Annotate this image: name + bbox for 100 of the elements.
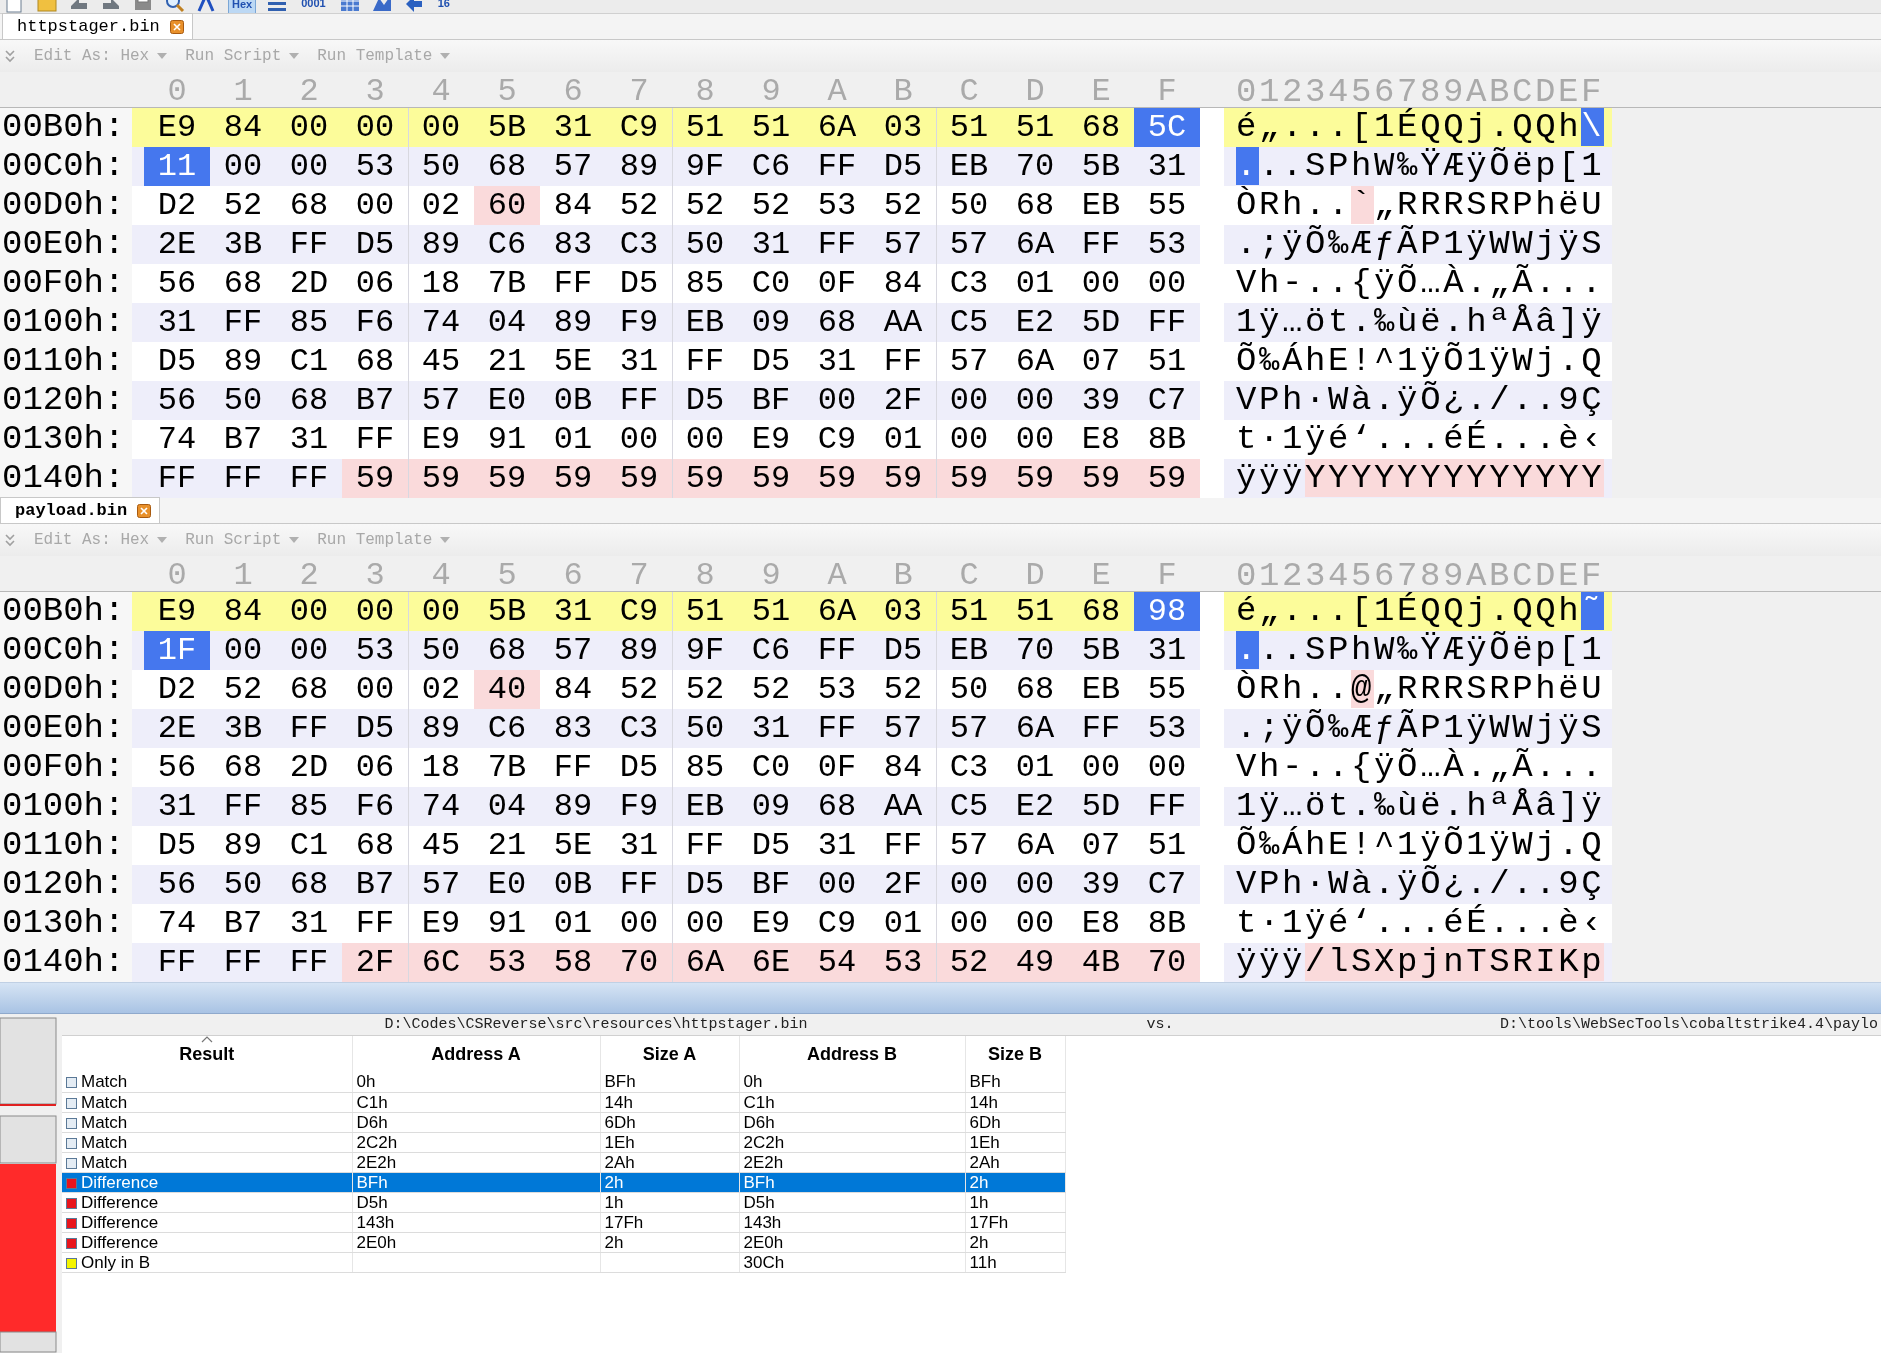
hex-byte[interactable]: C5: [936, 303, 1002, 342]
hex-byte[interactable]: D5: [606, 748, 672, 787]
hex-byte[interactable]: 68: [1068, 592, 1134, 631]
table-row[interactable]: Difference BFh 2h BFh 2h: [62, 1172, 1065, 1192]
table-row[interactable]: Match 2E2h 2Ah 2E2h 2Ah: [62, 1152, 1065, 1172]
hex-byte[interactable]: 00: [1002, 381, 1068, 420]
hex-byte[interactable]: 01: [870, 420, 936, 459]
hex-byte[interactable]: E0: [474, 865, 540, 904]
hex-byte[interactable]: 50: [408, 147, 474, 186]
hex-byte[interactable]: 70: [1002, 147, 1068, 186]
hex-byte[interactable]: 60: [474, 186, 540, 225]
hex-byte[interactable]: C9: [606, 108, 672, 147]
hex-byte[interactable]: 6A: [1002, 342, 1068, 381]
collapse-icon[interactable]: [4, 533, 16, 547]
hex-byte[interactable]: 70: [1002, 631, 1068, 670]
hex-byte[interactable]: 59: [1002, 459, 1068, 498]
hex-byte[interactable]: D5: [672, 381, 738, 420]
hex-byte[interactable]: 59: [738, 459, 804, 498]
table-row[interactable]: Difference 143h 17Fh 143h 17Fh: [62, 1212, 1065, 1232]
hex-byte[interactable]: 59: [1134, 459, 1200, 498]
hex-byte[interactable]: 03: [870, 108, 936, 147]
hex-byte[interactable]: 89: [606, 631, 672, 670]
hex-byte[interactable]: 89: [540, 787, 606, 826]
hex-byte[interactable]: 51: [1134, 826, 1200, 865]
hex-byte[interactable]: 02: [408, 186, 474, 225]
table-row[interactable]: Match D6h 6Dh D6h 6Dh: [62, 1112, 1065, 1132]
hex-byte[interactable]: 00: [936, 865, 1002, 904]
hex-byte[interactable]: FF: [1068, 709, 1134, 748]
hex-byte[interactable]: 51: [1002, 108, 1068, 147]
hex-byte[interactable]: EB: [936, 147, 1002, 186]
hex-byte[interactable]: B7: [342, 381, 408, 420]
hex-byte[interactable]: FF: [342, 904, 408, 943]
hex-byte[interactable]: 00: [936, 381, 1002, 420]
hex-byte[interactable]: 6C: [408, 943, 474, 982]
table-row[interactable]: Only in B 30Ch 11h: [62, 1252, 1065, 1272]
hex-byte[interactable]: 0B: [540, 865, 606, 904]
hex-byte[interactable]: C0: [738, 748, 804, 787]
hex-byte[interactable]: 00: [672, 420, 738, 459]
hex-byte[interactable]: 57: [540, 147, 606, 186]
hex-byte[interactable]: EB: [672, 303, 738, 342]
table-row[interactable]: Difference D5h 1h D5h 1h: [62, 1192, 1065, 1212]
hex-byte[interactable]: FF: [1068, 225, 1134, 264]
hex-byte[interactable]: 52: [210, 670, 276, 709]
hex-byte[interactable]: EB: [672, 787, 738, 826]
hex-byte[interactable]: 01: [540, 420, 606, 459]
hex-byte[interactable]: 51: [738, 592, 804, 631]
hex-byte[interactable]: 06: [342, 264, 408, 303]
hex-byte[interactable]: FF: [540, 264, 606, 303]
hex-byte[interactable]: 6A: [672, 943, 738, 982]
hex-byte[interactable]: C3: [936, 264, 1002, 303]
hex-byte[interactable]: 00: [1068, 264, 1134, 303]
hex-byte[interactable]: 50: [210, 865, 276, 904]
hex-byte[interactable]: 68: [474, 631, 540, 670]
hex-byte[interactable]: D5: [870, 147, 936, 186]
hex-byte[interactable]: EB: [936, 631, 1002, 670]
splitter-bar[interactable]: [0, 982, 1881, 1014]
hex-byte[interactable]: 59: [540, 459, 606, 498]
hex-byte[interactable]: F9: [606, 303, 672, 342]
hex-byte[interactable]: FF: [210, 459, 276, 498]
hex-byte[interactable]: FF: [144, 943, 210, 982]
hex-byte[interactable]: FF: [276, 459, 342, 498]
hex-byte[interactable]: C6: [738, 147, 804, 186]
hex-byte[interactable]: 31: [606, 342, 672, 381]
hex-byte[interactable]: D5: [144, 342, 210, 381]
hex-byte[interactable]: 3B: [210, 709, 276, 748]
hex-byte[interactable]: 68: [276, 186, 342, 225]
hex-byte[interactable]: F6: [342, 787, 408, 826]
hex-byte[interactable]: D5: [870, 631, 936, 670]
hex-byte[interactable]: 53: [342, 147, 408, 186]
hex-byte[interactable]: 57: [408, 865, 474, 904]
hex-byte[interactable]: 57: [870, 225, 936, 264]
hex-byte[interactable]: 9F: [672, 147, 738, 186]
hex-byte[interactable]: 06: [342, 748, 408, 787]
hex-byte[interactable]: 2E: [144, 225, 210, 264]
hex-byte[interactable]: 2F: [870, 865, 936, 904]
hex-byte[interactable]: 68: [1068, 108, 1134, 147]
hex-byte[interactable]: 59: [474, 459, 540, 498]
hex-byte[interactable]: 8B: [1134, 904, 1200, 943]
hex-byte[interactable]: 59: [606, 459, 672, 498]
hex-byte[interactable]: 59: [870, 459, 936, 498]
hex-byte[interactable]: 45: [408, 826, 474, 865]
hex-byte[interactable]: C3: [606, 225, 672, 264]
hex-byte[interactable]: 50: [936, 186, 1002, 225]
hex-byte[interactable]: 31: [738, 709, 804, 748]
hex-byte[interactable]: 2F: [342, 943, 408, 982]
hex-byte[interactable]: 5B: [474, 592, 540, 631]
hex-byte[interactable]: FF: [276, 943, 342, 982]
hex-byte[interactable]: 00: [276, 592, 342, 631]
hex-byte[interactable]: 98: [1134, 592, 1200, 631]
hex-byte[interactable]: EB: [1068, 186, 1134, 225]
hex-byte[interactable]: FF: [276, 225, 342, 264]
hex-byte[interactable]: FF: [804, 225, 870, 264]
hex-byte[interactable]: 68: [342, 826, 408, 865]
hex-byte[interactable]: FF: [144, 459, 210, 498]
hex-byte[interactable]: 68: [276, 670, 342, 709]
hex-byte[interactable]: AA: [870, 303, 936, 342]
hex-byte[interactable]: 07: [1068, 826, 1134, 865]
hex-byte[interactable]: 85: [672, 748, 738, 787]
hex-byte[interactable]: 52: [738, 670, 804, 709]
caret-icon[interactable]: [157, 53, 168, 59]
